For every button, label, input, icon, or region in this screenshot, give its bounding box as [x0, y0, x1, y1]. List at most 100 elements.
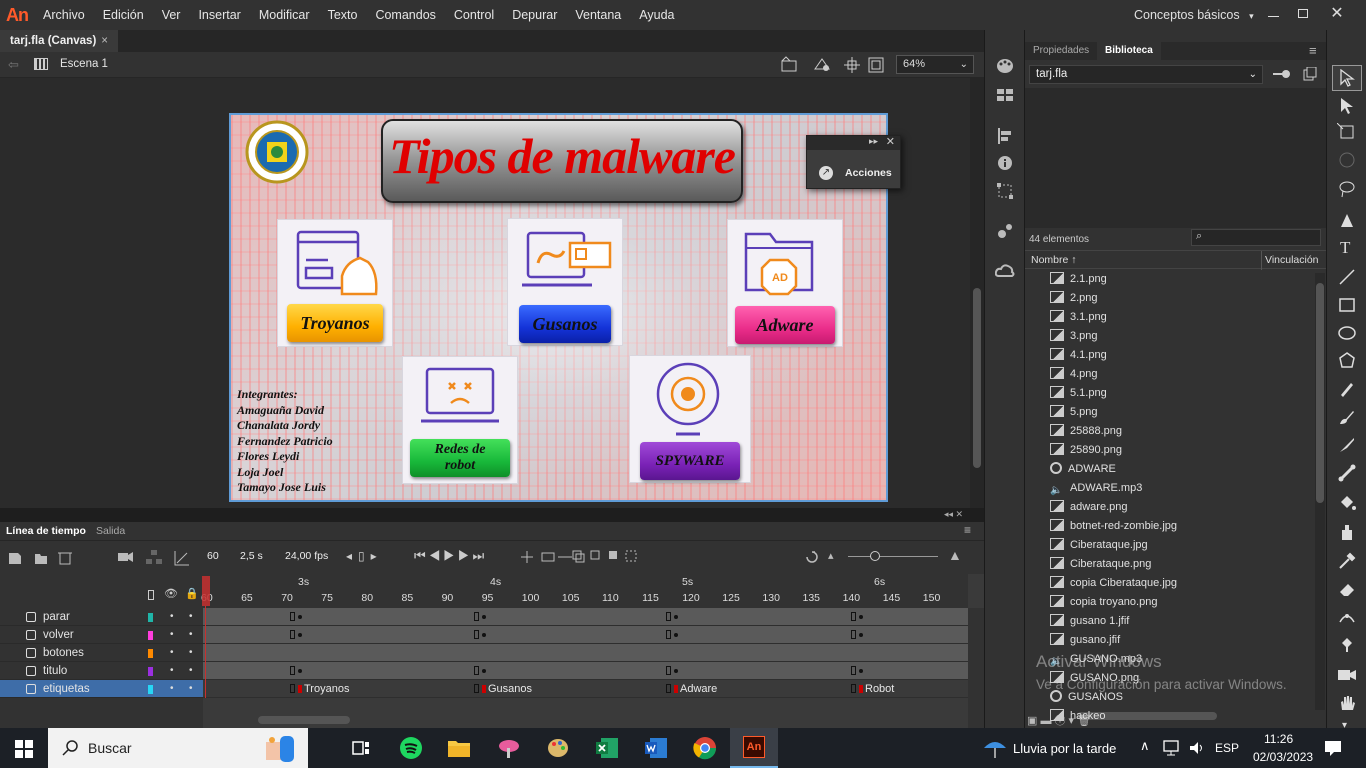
word-button[interactable]	[632, 728, 680, 768]
delete-layer-icon[interactable]	[58, 550, 72, 565]
polystar-tool-icon[interactable]	[1338, 352, 1356, 370]
tab-timeline[interactable]: Línea de tiempo	[6, 525, 86, 537]
library-item[interactable]: botnet-red-zombie.jpg	[1050, 517, 1310, 536]
animate-button[interactable]: An	[730, 728, 778, 768]
restore-button[interactable]	[1288, 0, 1318, 26]
troyanos-button[interactable]: Troyanos	[287, 304, 383, 342]
col-linkage[interactable]: Vinculación	[1265, 254, 1319, 266]
library-item[interactable]: 2.1.png	[1050, 270, 1310, 289]
frame-label[interactable]: Troyanos	[304, 680, 349, 698]
scroll-thumb[interactable]	[973, 288, 981, 468]
free-transform-icon[interactable]	[1337, 123, 1357, 141]
scene-name[interactable]: Escena 1	[60, 58, 108, 70]
weather-rain-icon[interactable]	[982, 738, 1008, 760]
scroll-thumb[interactable]	[1316, 283, 1324, 503]
outline-header-icon[interactable]	[148, 590, 154, 600]
card-gusanos[interactable]: Gusanos	[507, 218, 623, 346]
menu-ventana[interactable]: Ventana	[566, 0, 630, 30]
visibility-toggle[interactable]: •	[170, 662, 174, 680]
collapse-panel-icon[interactable]: ◂◂ ✕	[944, 509, 963, 520]
playback-controls-icons[interactable]: ⏮◀▶▶⏭	[414, 548, 487, 564]
visibility-toggle[interactable]: •	[170, 680, 174, 698]
menu-ver[interactable]: Ver	[153, 0, 190, 30]
show-hidden-icons[interactable]: ∧	[1140, 738, 1150, 754]
graph-icon[interactable]	[174, 550, 190, 566]
windows-start-icon[interactable]	[15, 740, 33, 758]
paint-bucket-icon[interactable]	[1338, 494, 1356, 512]
tab-output[interactable]: Salida	[96, 525, 125, 537]
edit-symbols-icon[interactable]	[812, 56, 832, 74]
text-tool-icon[interactable]: T	[1340, 238, 1350, 258]
file-explorer-button[interactable]	[435, 728, 483, 768]
lock-toggle[interactable]: •	[189, 608, 193, 626]
layer-color-swatch[interactable]	[148, 649, 153, 658]
redes-robot-button[interactable]: Redes de robot	[410, 439, 510, 477]
library-item[interactable]: ADWARE	[1050, 460, 1310, 479]
new-library-panel-icon[interactable]	[1303, 67, 1317, 81]
paint3d-button[interactable]	[534, 728, 582, 768]
library-scrollbar[interactable]	[1315, 273, 1325, 710]
keyframe[interactable]	[482, 633, 486, 637]
lock-toggle[interactable]: •	[189, 644, 193, 662]
layer-row[interactable]: botones • •	[0, 644, 203, 662]
library-item[interactable]: hackeo	[1050, 707, 1310, 726]
library-item[interactable]: Ciberataque.png	[1050, 555, 1310, 574]
frame-label[interactable]: Gusanos	[488, 680, 532, 698]
library-item[interactable]: gusano.jfif	[1050, 631, 1310, 650]
close-icon[interactable]: ✕	[886, 135, 895, 148]
frame-row[interactable]	[203, 644, 968, 662]
rectangle-tool-icon[interactable]	[1338, 296, 1356, 314]
layer-row[interactable]: parar • •	[0, 608, 203, 626]
tab-biblioteca[interactable]: Biblioteca	[1097, 42, 1161, 60]
pin-icon[interactable]	[1273, 68, 1291, 80]
actions-panel-header[interactable]: ▸▸ ✕	[807, 136, 900, 150]
new-folder-icon[interactable]	[34, 551, 48, 565]
current-time[interactable]: 2,5 s	[240, 550, 263, 562]
clock-date[interactable]: 02/03/2023	[1253, 750, 1313, 764]
visibility-toggle[interactable]: •	[170, 644, 174, 662]
menu-archivo[interactable]: Archivo	[34, 0, 94, 30]
creative-cloud-icon[interactable]	[995, 263, 1015, 279]
library-item[interactable]: adware.png	[1050, 498, 1310, 517]
close-tab-icon[interactable]: ×	[101, 30, 108, 52]
frame-rate[interactable]: 24,00 fps	[285, 550, 328, 562]
tab-propiedades[interactable]: Propiedades	[1033, 45, 1089, 56]
library-item[interactable]: 🔈 ADWARE.mp3	[1050, 479, 1310, 498]
workspace-switcher[interactable]: Conceptos básicos ▾	[1134, 0, 1254, 30]
timeline-hscroll-thumb[interactable]	[258, 716, 350, 724]
canvas-vertical-scrollbar[interactable]	[970, 78, 984, 508]
layer-color-swatch[interactable]	[148, 631, 153, 640]
pin-tool-icon[interactable]	[1338, 636, 1356, 654]
layer-row[interactable]: volver • •	[0, 626, 203, 644]
lock-toggle[interactable]: •	[189, 626, 193, 644]
menu-edicion[interactable]: Edición	[94, 0, 153, 30]
menu-comandos[interactable]: Comandos	[366, 0, 444, 30]
frame-zoom-handle[interactable]	[870, 551, 880, 561]
clip-stage-icon[interactable]	[868, 56, 884, 74]
eyedropper-icon[interactable]	[1338, 552, 1356, 570]
library-item[interactable]: 25890.png	[1050, 441, 1310, 460]
keyframe[interactable]	[482, 615, 486, 619]
keyframe[interactable]	[298, 669, 302, 673]
language-indicator[interactable]: ESP	[1215, 741, 1239, 755]
current-frame[interactable]: 60	[207, 550, 219, 562]
menu-insertar[interactable]: Insertar	[189, 0, 249, 30]
keyframe[interactable]	[674, 633, 678, 637]
visibility-toggle[interactable]: •	[170, 608, 174, 626]
library-item[interactable]: 25888.png	[1050, 422, 1310, 441]
keyframe[interactable]	[859, 633, 863, 637]
library-item[interactable]: 5.png	[1050, 403, 1310, 422]
menu-depurar[interactable]: Depurar	[503, 0, 566, 30]
card-redes-robot[interactable]: Redes de robot	[402, 356, 518, 484]
layer-color-swatch[interactable]	[148, 613, 153, 622]
notifications-icon[interactable]	[1324, 739, 1342, 757]
components-icon[interactable]	[997, 223, 1013, 239]
timeline-menu-icon[interactable]: ≡	[964, 523, 971, 537]
frame-zoom-slider[interactable]	[848, 556, 938, 557]
selection-arrow-icon[interactable]	[1339, 69, 1355, 87]
camera-icon[interactable]	[118, 551, 134, 563]
menu-ayuda[interactable]: Ayuda	[630, 0, 683, 30]
clock-time[interactable]: 11:26	[1264, 732, 1293, 746]
layer-color-swatch[interactable]	[148, 685, 153, 694]
onion-skin-icons[interactable]	[572, 549, 642, 563]
